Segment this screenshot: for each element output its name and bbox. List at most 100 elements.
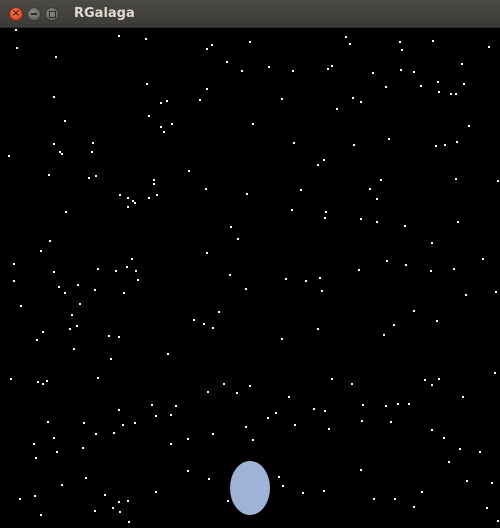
star: [85, 477, 87, 479]
star: [323, 159, 325, 161]
title-bar[interactable]: × RGalaga: [0, 0, 500, 28]
star: [47, 421, 49, 423]
star: [456, 141, 458, 143]
star: [206, 88, 208, 90]
star: [119, 194, 121, 196]
star: [211, 44, 213, 46]
star: [123, 292, 125, 294]
star: [349, 43, 351, 45]
star: [360, 101, 362, 103]
star: [494, 372, 496, 374]
star: [153, 179, 155, 181]
star: [132, 200, 134, 202]
star: [267, 417, 269, 419]
star: [49, 240, 51, 242]
star: [212, 433, 214, 435]
star: [437, 81, 439, 83]
star: [119, 511, 121, 513]
star: [327, 68, 329, 70]
star: [351, 383, 353, 385]
star: [455, 93, 457, 95]
star: [430, 270, 432, 272]
star: [421, 491, 423, 493]
star: [331, 378, 333, 380]
star: [448, 461, 450, 463]
close-button[interactable]: ×: [9, 7, 23, 21]
star: [53, 143, 55, 145]
star: [275, 412, 277, 414]
star: [64, 120, 66, 122]
star: [281, 98, 283, 100]
star: [431, 242, 433, 244]
star: [59, 151, 61, 153]
star: [413, 71, 415, 73]
star: [432, 40, 434, 42]
star: [444, 144, 446, 146]
star: [94, 289, 96, 291]
star: [294, 424, 296, 426]
star: [118, 336, 120, 338]
star: [431, 384, 433, 386]
star: [218, 311, 220, 313]
star: [127, 500, 129, 502]
star: [482, 258, 484, 260]
star: [468, 125, 470, 127]
star: [408, 403, 410, 405]
star: [353, 144, 355, 146]
star: [486, 507, 488, 509]
maximize-button[interactable]: [45, 7, 59, 21]
star: [399, 41, 401, 43]
star: [95, 175, 97, 177]
star: [300, 189, 302, 191]
star: [95, 433, 97, 435]
star: [155, 491, 157, 493]
star: [317, 328, 319, 330]
star: [373, 498, 375, 500]
star: [443, 437, 445, 439]
star: [137, 279, 139, 281]
star: [127, 197, 129, 199]
star: [324, 217, 326, 219]
close-icon: ×: [11, 8, 21, 19]
star: [246, 193, 248, 195]
star: [40, 514, 42, 516]
star: [386, 260, 388, 262]
star: [431, 429, 433, 431]
star: [97, 377, 99, 379]
star: [69, 328, 71, 330]
star: [345, 36, 347, 38]
star: [146, 83, 148, 85]
star: [328, 428, 330, 430]
star: [362, 404, 364, 406]
star: [56, 451, 58, 453]
star: [413, 506, 415, 508]
star: [361, 420, 363, 422]
star: [115, 270, 117, 272]
minimize-icon: [31, 13, 37, 15]
star: [112, 507, 114, 509]
star: [249, 385, 251, 387]
star: [293, 142, 295, 144]
star: [282, 485, 284, 487]
star: [438, 91, 440, 93]
star: [34, 495, 36, 497]
star: [245, 426, 247, 428]
maximize-icon: [48, 10, 56, 18]
minimize-button[interactable]: [27, 7, 41, 21]
star: [170, 414, 172, 416]
star: [358, 269, 360, 271]
star: [206, 252, 208, 254]
star: [77, 284, 79, 286]
star: [97, 268, 99, 270]
star: [278, 476, 280, 478]
star: [155, 415, 157, 417]
star: [424, 379, 426, 381]
star: [405, 264, 407, 266]
star: [324, 410, 326, 412]
star: [488, 46, 490, 48]
star: [400, 69, 402, 71]
star: [61, 153, 63, 155]
star: [360, 218, 362, 220]
game-canvas[interactable]: [0, 28, 500, 528]
star: [19, 498, 21, 500]
